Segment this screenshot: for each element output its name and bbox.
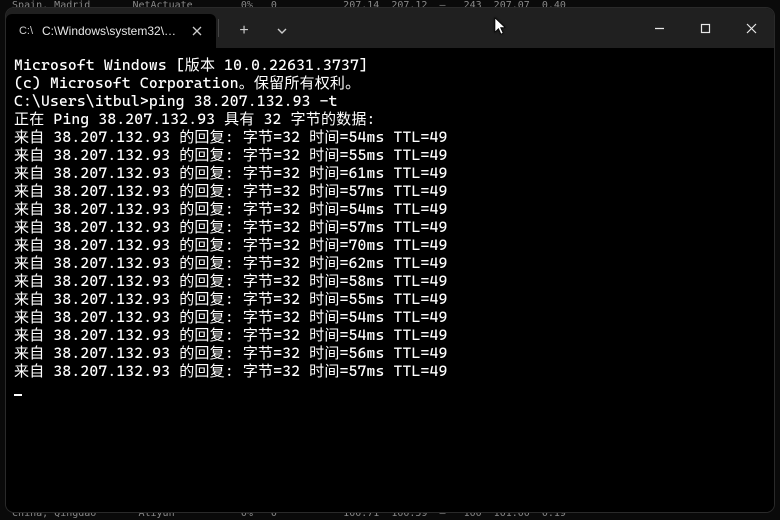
tab-dropdown-button[interactable] [265, 16, 299, 46]
tab-close-button[interactable] [188, 22, 206, 40]
terminal-prompt-line: C:\Users\itbul>ping 38.207.132.93 -t [14, 92, 766, 110]
terminal-reply-line: 来自 38.207.132.93 的回复: 字节=32 时间=61ms TTL=… [14, 164, 766, 182]
terminal-window: C:\ C:\Windows\system32\cmd.exe + [6, 8, 774, 512]
terminal-reply-line: 来自 38.207.132.93 的回复: 字节=32 时间=58ms TTL=… [14, 272, 766, 290]
terminal-reply-line: 来自 38.207.132.93 的回复: 字节=32 时间=62ms TTL=… [14, 254, 766, 272]
minimize-button[interactable] [636, 8, 682, 48]
tab-cmd[interactable]: C:\ C:\Windows\system32\cmd.exe [6, 14, 216, 48]
cmd-icon: C:\ [18, 23, 34, 39]
terminal-reply-line: 来自 38.207.132.93 的回复: 字节=32 时间=55ms TTL=… [14, 146, 766, 164]
terminal-reply-line: 来自 38.207.132.93 的回复: 字节=32 时间=57ms TTL=… [14, 362, 766, 380]
terminal-reply-line: 来自 38.207.132.93 的回复: 字节=32 时间=54ms TTL=… [14, 200, 766, 218]
terminal-banner-line: (c) Microsoft Corporation。保留所有权利。 [14, 74, 766, 92]
terminal-reply-line: 来自 38.207.132.93 的回复: 字节=32 时间=54ms TTL=… [14, 308, 766, 326]
terminal-reply-line: 来自 38.207.132.93 的回复: 字节=32 时间=54ms TTL=… [14, 128, 766, 146]
terminal-output[interactable]: Microsoft Windows [版本 10.0.22631.3737](c… [6, 48, 774, 512]
tab-title: C:\Windows\system32\cmd.exe [42, 24, 180, 38]
terminal-reply-line: 来自 38.207.132.93 的回复: 字节=32 时间=57ms TTL=… [14, 182, 766, 200]
terminal-reply-line: 来自 38.207.132.93 的回复: 字节=32 时间=55ms TTL=… [14, 290, 766, 308]
terminal-reply-line: 来自 38.207.132.93 的回复: 字节=32 时间=54ms TTL=… [14, 326, 766, 344]
maximize-button[interactable] [682, 8, 728, 48]
terminal-reply-line: 来自 38.207.132.93 的回复: 字节=32 时间=70ms TTL=… [14, 236, 766, 254]
close-button[interactable] [728, 8, 774, 48]
window-controls [636, 8, 774, 48]
terminal-ping-header: 正在 Ping 38.207.132.93 具有 32 字节的数据: [14, 110, 766, 128]
terminal-reply-line: 来自 38.207.132.93 的回复: 字节=32 时间=56ms TTL=… [14, 344, 766, 362]
tab-divider [218, 19, 219, 37]
terminal-cursor-line [14, 380, 766, 398]
new-tab-button[interactable]: + [227, 16, 261, 46]
titlebar[interactable]: C:\ C:\Windows\system32\cmd.exe + [6, 8, 774, 48]
terminal-reply-line: 来自 38.207.132.93 的回复: 字节=32 时间=57ms TTL=… [14, 218, 766, 236]
titlebar-drag-region[interactable] [299, 8, 636, 48]
terminal-banner-line: Microsoft Windows [版本 10.0.22631.3737] [14, 56, 766, 74]
